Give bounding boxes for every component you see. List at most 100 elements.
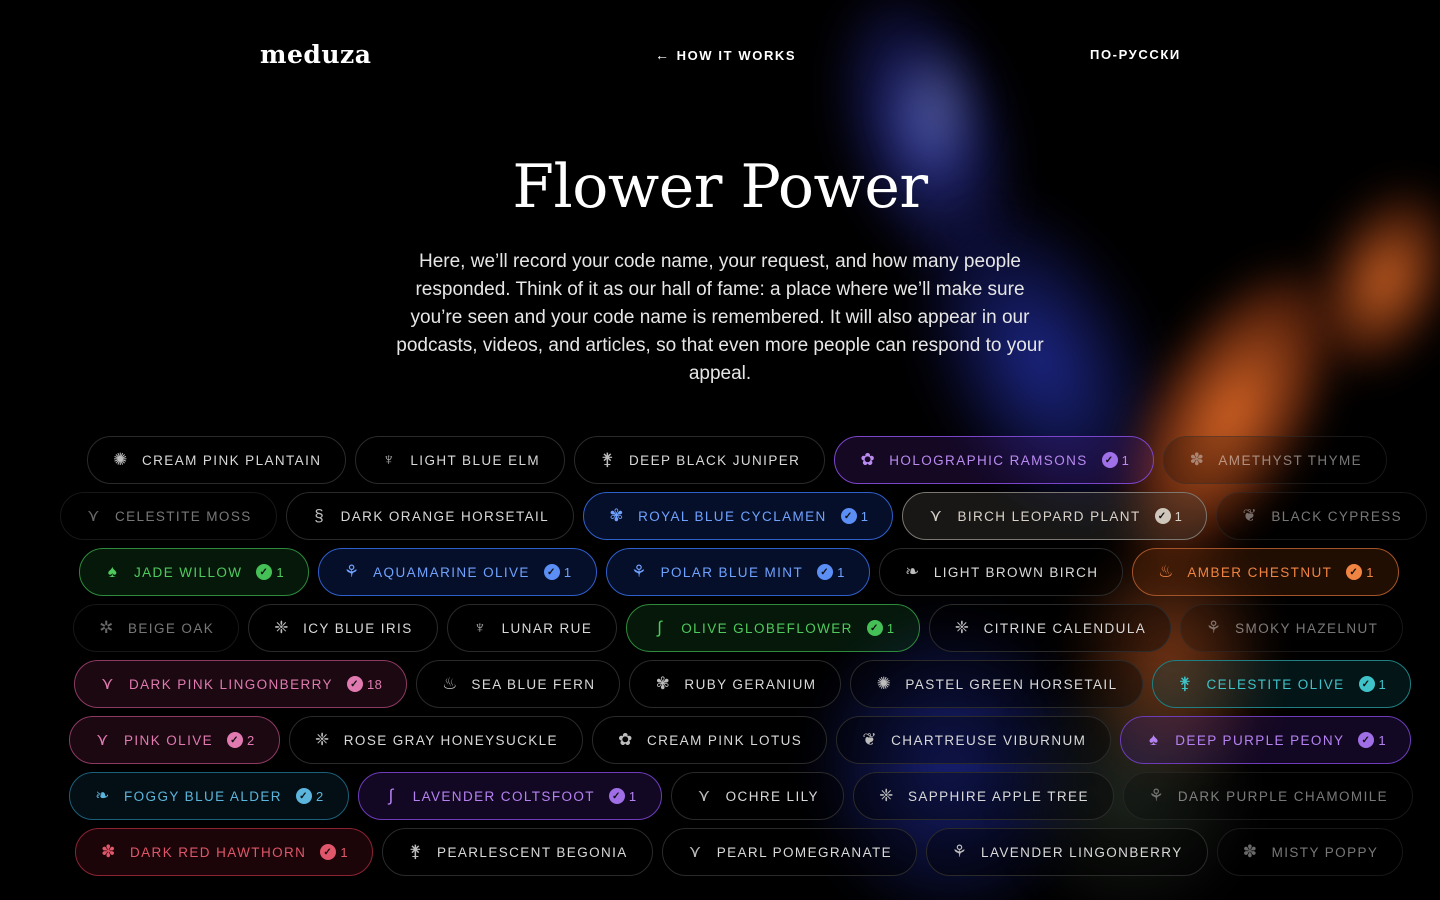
- code-name-pill[interactable]: ✿ CREAM PINK LOTUS: [591, 716, 828, 764]
- pill-label: CREAM PINK LOTUS: [646, 732, 803, 748]
- pomegranate-icon: ⋎: [688, 842, 703, 861]
- verified-seal-icon: ✓: [346, 676, 363, 692]
- code-name-pill[interactable]: ⚵ PEARLESCENT BEGONIA: [382, 828, 653, 876]
- code-name-pill[interactable]: ⚘ SMOKY HAZELNUT: [1180, 604, 1404, 652]
- verified-seal-icon: ✓: [1101, 452, 1118, 468]
- olive-icon: ⋎: [96, 730, 110, 749]
- horsetail-icon: §: [314, 506, 326, 525]
- code-name-pill[interactable]: ♠ JADE WILLOW ✓ 1: [79, 548, 310, 596]
- code-name-pill[interactable]: ❦ CHARTREUSE VIBURNUM: [836, 716, 1112, 764]
- pill-label: SMOKY HAZELNUT: [1235, 620, 1379, 636]
- code-name-pill[interactable]: ♨ SEA BLUE FERN: [416, 660, 621, 708]
- lily-icon: ⋎: [697, 786, 712, 805]
- code-name-pill[interactable]: ⋎ CELESTITE MOSS: [60, 492, 277, 540]
- meduza-logo[interactable]: meduza: [260, 40, 371, 69]
- viburnum-icon: ❦: [862, 730, 878, 749]
- code-name-pill[interactable]: ✽ MISTY POPPY: [1216, 828, 1404, 876]
- response-count-badge: ✓ 1: [320, 844, 348, 860]
- code-name-pill[interactable]: ⚵ CELESTITE OLIVE ✓ 1: [1151, 660, 1412, 708]
- pill-label: AQUAMARINE OLIVE: [373, 564, 530, 580]
- pill-label: CELESTITE OLIVE: [1206, 676, 1345, 692]
- code-name-pill[interactable]: ✽ DARK RED HAWTHORN ✓ 1: [75, 828, 374, 876]
- language-switch-link[interactable]: ПО-РУССКИ: [1090, 47, 1181, 62]
- response-count-badge: ✓ 1: [1101, 452, 1130, 468]
- pill-label: POLAR BLUE MINT: [660, 564, 804, 580]
- code-name-pill[interactable]: ⋎ PEARL POMEGRANATE: [661, 828, 918, 876]
- code-name-pill[interactable]: § DARK ORANGE HORSETAIL: [285, 492, 575, 540]
- code-name-pill[interactable]: ♆ LUNAR RUE: [446, 604, 618, 652]
- ramsons-icon: ✿: [860, 450, 877, 469]
- pill-label: BEIGE OAK: [128, 620, 215, 636]
- code-name-pill[interactable]: ⋎ PINK OLIVE ✓ 2: [69, 716, 280, 764]
- response-count: 1: [628, 788, 637, 804]
- pill-row: ✽ DARK RED HAWTHORN ✓ 1 ⚵ PEARLESCENT BEGONIA…: [75, 828, 1404, 876]
- code-name-pill[interactable]: ❧ FOGGY BLUE ALDER ✓ 2: [69, 772, 349, 820]
- moss-icon: ⋎: [87, 506, 101, 525]
- verified-seal-icon: ✓: [1358, 732, 1375, 748]
- response-count: 1: [340, 844, 349, 860]
- pill-label: CHARTREUSE VIBURNUM: [891, 732, 1087, 748]
- code-name-pill[interactable]: ♠ DEEP PURPLE PEONY ✓ 1: [1120, 716, 1412, 764]
- pill-label: LUNAR RUE: [501, 620, 593, 636]
- verified-seal-icon: ✓: [608, 788, 625, 804]
- code-name-pill[interactable]: ⋎ DARK PINK LINGONBERRY ✓ 18: [74, 660, 408, 708]
- pill-label: CITRINE CALENDULA: [983, 620, 1147, 636]
- honeysuckle-icon: ❈: [314, 730, 331, 749]
- code-name-pill[interactable]: ⋎ BIRCH LEOPARD PLANT ✓ 1: [902, 492, 1208, 540]
- verified-seal-icon: ✓: [227, 732, 244, 748]
- pill-row: ⋎ CELESTITE MOSS § DARK ORANGE HORSETAIL ✾ RO…: [60, 492, 1428, 540]
- pill-label: DARK PINK LINGONBERRY: [129, 676, 333, 692]
- pill-label: DARK ORANGE HORSETAIL: [340, 508, 550, 524]
- verified-seal-icon: ✓: [543, 564, 560, 580]
- pill-label: AMBER CHESTNUT: [1187, 564, 1333, 580]
- response-count-badge: ✓ 1: [840, 508, 869, 524]
- iris-icon: ❈: [274, 618, 290, 637]
- verified-seal-icon: ✓: [840, 508, 857, 524]
- verified-seal-icon: ✓: [1154, 508, 1171, 524]
- code-name-pill[interactable]: ❈ ROSE GRAY HONEYSUCKLE: [288, 716, 583, 764]
- code-name-pill[interactable]: ∫ LAVENDER COLTSFOOT ✓ 1: [357, 772, 662, 820]
- code-name-pill[interactable]: ✿ HOLOGRAPHIC RAMSONS ✓ 1: [834, 436, 1155, 484]
- lotus-icon: ✿: [618, 730, 634, 749]
- code-name-pill[interactable]: ⚵ DEEP BLACK JUNIPER: [574, 436, 826, 484]
- pill-label: SEA BLUE FERN: [471, 676, 596, 692]
- response-count-badge: ✓ 1: [1358, 732, 1386, 748]
- coltsfoot-icon: ∫: [388, 786, 395, 805]
- response-count-badge: ✓ 1: [256, 564, 284, 580]
- pill-row: ⋎ PINK OLIVE ✓ 2 ❈ ROSE GRAY HONEYSUCKLE ✿ CREA…: [69, 716, 1412, 764]
- code-name-pill[interactable]: ♆ LIGHT BLUE ELM: [355, 436, 566, 484]
- code-name-pill[interactable]: ❦ BLACK CYPRESS: [1216, 492, 1428, 540]
- code-name-pill[interactable]: ∫ OLIVE GLOBEFLOWER ✓ 1: [626, 604, 920, 652]
- verified-seal-icon: ✓: [320, 844, 337, 860]
- code-name-pill[interactable]: ✾ RUBY GERANIUM: [629, 660, 842, 708]
- hawthorn-icon: ✽: [101, 842, 117, 861]
- pill-label: LAVENDER COLTSFOOT: [412, 788, 595, 804]
- code-name-pill[interactable]: ⚘ AQUAMARINE OLIVE ✓ 1: [318, 548, 597, 596]
- response-count-badge: ✓ 18: [346, 676, 382, 692]
- code-name-pill[interactable]: ✲ BEIGE OAK: [73, 604, 240, 652]
- code-name-pill[interactable]: ⚘ LAVENDER LINGONBERRY: [926, 828, 1208, 876]
- pill-label: MISTY POPPY: [1271, 844, 1379, 860]
- code-name-pill[interactable]: ✺ PASTEL GREEN HORSETAIL: [850, 660, 1143, 708]
- code-name-pill[interactable]: ⚘ POLAR BLUE MINT ✓ 1: [605, 548, 870, 596]
- pill-row: ⋎ DARK PINK LINGONBERRY ✓ 18 ♨ SEA BLUE FERN ✾…: [74, 660, 1412, 708]
- code-name-pill[interactable]: ⚘ DARK PURPLE CHAMOMILE: [1122, 772, 1414, 820]
- code-name-pill[interactable]: ✺ CREAM PINK PLANTAIN: [87, 436, 347, 484]
- code-name-pill[interactable]: ❈ SAPPHIRE APPLE TREE: [852, 772, 1114, 820]
- pill-label: SAPPHIRE APPLE TREE: [907, 788, 1089, 804]
- code-name-pill[interactable]: ❈ ICY BLUE IRIS: [248, 604, 438, 652]
- code-name-pill[interactable]: ✾ ROYAL BLUE CYCLAMEN ✓ 1: [583, 492, 894, 540]
- code-name-pill[interactable]: ❧ LIGHT BROWN BIRCH: [878, 548, 1124, 596]
- code-name-pill[interactable]: ♨ AMBER CHESTNUT ✓ 1: [1132, 548, 1399, 596]
- pill-label: DEEP BLACK JUNIPER: [629, 452, 801, 468]
- how-it-works-link[interactable]: ← HOW IT WORKS: [655, 47, 796, 63]
- code-name-pill[interactable]: ⋎ OCHRE LILY: [670, 772, 844, 820]
- verified-seal-icon: ✓: [295, 788, 312, 804]
- pill-row: ✲ BEIGE OAK ❈ ICY BLUE IRIS ♆ LUNAR RUE ∫ OLIVE…: [73, 604, 1404, 652]
- pill-label: FOGGY BLUE ALDER: [124, 788, 282, 804]
- code-name-pill[interactable]: ✽ AMETHYST THYME: [1163, 436, 1388, 484]
- verified-seal-icon: ✓: [1346, 564, 1363, 580]
- code-name-pill[interactable]: ❈ CITRINE CALENDULA: [928, 604, 1172, 652]
- hazelnut-icon: ⚘: [1205, 618, 1223, 637]
- pill-label: PINK OLIVE: [124, 732, 214, 748]
